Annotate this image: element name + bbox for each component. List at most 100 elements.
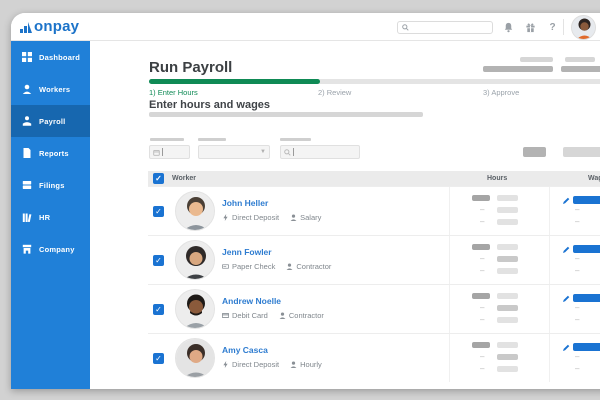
worker-name-link[interactable]: John Heller xyxy=(222,198,268,208)
payment-method: Direct Deposit xyxy=(232,213,280,222)
worker-avatar xyxy=(175,289,215,329)
section-heading: Enter hours and wages xyxy=(149,99,271,111)
row-checkbox[interactable] xyxy=(153,255,164,266)
worker-type: Contractor xyxy=(296,262,332,271)
pay-period-input[interactable] xyxy=(149,145,190,159)
search-icon xyxy=(402,24,409,31)
gift-icon[interactable] xyxy=(525,22,536,33)
company-store-icon xyxy=(22,244,32,254)
sidebar-item-hr[interactable]: HR xyxy=(11,201,90,233)
worker-name-link[interactable]: Amy Casca xyxy=(222,345,268,355)
select-all-checkbox[interactable] xyxy=(153,173,164,184)
topbar-divider xyxy=(563,19,564,35)
sidebar-item-label: HR xyxy=(39,212,51,222)
sidebar-item-label: Company xyxy=(39,244,75,254)
payment-method: Paper Check xyxy=(232,262,276,271)
edit-wage-control[interactable] xyxy=(563,343,600,351)
worker-details: Paper Check Contractor xyxy=(222,262,331,271)
lightning-icon xyxy=(223,214,228,221)
person-icon xyxy=(286,263,293,270)
row-checkbox[interactable] xyxy=(153,206,164,217)
skeleton-bar xyxy=(483,66,553,72)
table-header: Worker Hours Wages xyxy=(148,171,600,186)
sidebar-item-company[interactable]: Company xyxy=(11,233,90,265)
workers-person-icon xyxy=(22,84,32,94)
column-header-worker: Worker xyxy=(172,175,196,182)
worker-name-link[interactable]: Jenn Fowler xyxy=(222,247,272,257)
sidebar-item-label: Payroll xyxy=(39,116,66,126)
worker-details: Debit Card Contractor xyxy=(222,311,324,320)
user-avatar-image xyxy=(572,16,595,39)
paper-check-icon xyxy=(222,264,229,269)
worker-type: Hourly xyxy=(300,360,322,369)
edit-pencil-icon xyxy=(563,295,570,302)
worker-row: John Heller Direct Deposit Salary – – xyxy=(148,186,600,235)
payment-method: Debit Card xyxy=(232,311,268,320)
sidebar-item-dashboard[interactable]: Dashboard xyxy=(11,41,90,73)
filter-dropdown[interactable]: ▼ xyxy=(198,145,270,159)
wage-input-skeleton[interactable] xyxy=(573,196,600,204)
calendar-icon xyxy=(153,149,160,156)
onpay-logo-text: onpay xyxy=(34,18,80,35)
wage-input-skeleton[interactable] xyxy=(573,245,600,253)
dashboard-grid-icon xyxy=(22,52,32,62)
payroll-hand-icon xyxy=(22,116,32,126)
lightning-icon xyxy=(223,361,228,368)
top-bar: onpay ? xyxy=(11,13,600,41)
hr-books-icon xyxy=(22,213,32,222)
edit-wage-control[interactable] xyxy=(563,294,600,302)
skeleton-bar xyxy=(520,57,553,62)
sidebar-item-label: Reports xyxy=(39,148,69,158)
worker-avatar xyxy=(175,338,215,378)
worker-details: Direct Deposit Hourly xyxy=(222,360,322,369)
global-search[interactable] xyxy=(397,21,493,34)
debit-card-icon xyxy=(222,312,229,319)
edit-pencil-icon xyxy=(563,344,570,351)
worker-avatar xyxy=(175,191,215,231)
page-title: Run Payroll xyxy=(149,59,233,76)
app-window: onpay ? Dashboard Workers Payroll Report… xyxy=(11,13,600,389)
edit-pencil-icon xyxy=(563,197,570,204)
text-cursor xyxy=(162,148,163,156)
filter-label-skeleton xyxy=(150,138,184,141)
workers-table: Worker Hours Wages John Heller Direct De… xyxy=(148,171,600,382)
user-avatar[interactable] xyxy=(571,15,596,40)
edit-wage-control[interactable] xyxy=(563,196,600,204)
step-approve[interactable]: 3) Approve xyxy=(483,88,519,97)
edit-wage-control[interactable] xyxy=(563,245,600,253)
worker-search-input[interactable] xyxy=(280,145,360,159)
wage-input-skeleton[interactable] xyxy=(573,294,600,302)
wage-input-skeleton[interactable] xyxy=(573,343,600,351)
person-icon xyxy=(290,361,297,368)
filter-label-skeleton xyxy=(280,138,311,141)
text-cursor xyxy=(293,148,294,156)
sidebar-item-workers[interactable]: Workers xyxy=(11,73,90,105)
filings-drawer-icon xyxy=(22,181,32,189)
sidebar-item-filings[interactable]: Filings xyxy=(11,169,90,201)
column-header-hours: Hours xyxy=(487,175,508,182)
global-search-input[interactable] xyxy=(409,24,489,31)
edit-pencil-icon xyxy=(563,246,570,253)
search-icon xyxy=(284,148,291,156)
progress-fill xyxy=(149,79,320,84)
skeleton-button xyxy=(563,147,600,157)
sidebar-item-payroll[interactable]: Payroll xyxy=(11,105,90,137)
worker-name-link[interactable]: Andrew Noelle xyxy=(222,296,281,306)
row-checkbox[interactable] xyxy=(153,353,164,364)
step-enter-hours[interactable]: 1) Enter Hours xyxy=(149,88,198,97)
worker-details: Direct Deposit Salary xyxy=(222,213,321,222)
column-header-wages: Wages xyxy=(588,175,600,182)
progress-bar-track xyxy=(149,79,600,84)
onpay-logo-icon xyxy=(20,22,32,33)
row-checkbox[interactable] xyxy=(153,304,164,315)
step-review[interactable]: 2) Review xyxy=(318,88,351,97)
sidebar-item-label: Workers xyxy=(39,84,71,94)
sidebar-item-label: Filings xyxy=(39,180,65,190)
help-icon[interactable]: ? xyxy=(547,22,558,33)
skeleton-bar xyxy=(561,66,600,72)
notifications-bell-icon[interactable] xyxy=(503,22,514,33)
onpay-logo[interactable]: onpay xyxy=(20,19,79,34)
chevron-down-icon: ▼ xyxy=(260,149,266,155)
sidebar-item-reports[interactable]: Reports xyxy=(11,137,90,169)
filter-label-skeleton xyxy=(198,138,226,141)
